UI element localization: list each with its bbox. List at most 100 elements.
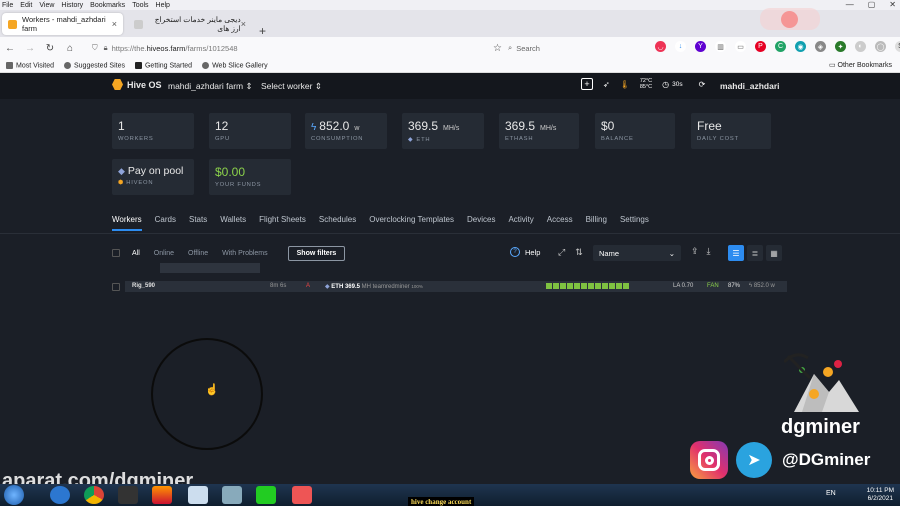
import-export: ⇪ ⤓ bbox=[691, 246, 711, 257]
gear-icon bbox=[6, 61, 13, 69]
maximize-icon[interactable]: ▢ bbox=[868, 0, 876, 9]
menu-bookmarks[interactable]: Bookmarks bbox=[90, 2, 125, 9]
extension-green-icon[interactable]: C bbox=[775, 41, 786, 52]
menu-file[interactable]: File bbox=[2, 2, 13, 9]
filter-online[interactable]: Online bbox=[154, 250, 174, 257]
expand-icon[interactable]: ⤢ bbox=[558, 247, 565, 258]
menu-view[interactable]: View bbox=[39, 2, 54, 9]
question-icon: ? bbox=[510, 247, 520, 257]
app-icon[interactable] bbox=[222, 486, 242, 504]
url-host: hiveos.farm bbox=[146, 43, 186, 53]
refresh-interval[interactable]: 30s bbox=[672, 81, 682, 88]
refresh-icon[interactable]: ⟳ bbox=[699, 80, 706, 89]
filter-all[interactable]: All bbox=[132, 250, 140, 257]
upload-icon[interactable]: ⇪ bbox=[691, 246, 699, 257]
bookmark-getting-started[interactable]: Getting Started bbox=[134, 61, 192, 69]
tab-schedules[interactable]: Schedules bbox=[319, 215, 356, 231]
tab-devices[interactable]: Devices bbox=[467, 215, 495, 231]
timer-icon[interactable]: ◷ bbox=[662, 80, 669, 89]
yahoo-icon[interactable]: Y bbox=[695, 41, 706, 52]
worker-checkbox[interactable] bbox=[112, 283, 120, 291]
sort-order-icon[interactable]: ⇅ bbox=[575, 247, 583, 258]
tab-dgminer[interactable]: دیجی ماینر خدمات استخراج ارز های × bbox=[128, 13, 252, 35]
tab-stats[interactable]: Stats bbox=[189, 215, 207, 231]
language-indicator[interactable]: EN bbox=[826, 490, 836, 497]
worker-row[interactable]: Rig_590 8m 6s A ◆ ETH 369.5 MH teamredmi… bbox=[125, 281, 787, 292]
camtasia-orange-icon[interactable] bbox=[292, 486, 312, 504]
ie-icon[interactable] bbox=[50, 486, 70, 504]
sync-icon[interactable]: ◐ bbox=[855, 41, 866, 52]
show-filters-button[interactable]: Show filters bbox=[287, 245, 346, 261]
url-bar[interactable]: ⛉ 🔒︎ https://the. hiveos.farm/farms/10125… bbox=[92, 39, 502, 57]
menu-tools[interactable]: Tools bbox=[132, 2, 148, 9]
tab-wallets[interactable]: Wallets bbox=[220, 215, 246, 231]
chrome-icon[interactable] bbox=[84, 486, 104, 504]
hive-logo[interactable]: Hive OS bbox=[112, 79, 162, 90]
back-icon[interactable]: ← bbox=[0, 43, 20, 54]
bookmark-web-slice[interactable]: Web Slice Gallery bbox=[202, 61, 268, 69]
tab-flight-sheets[interactable]: Flight Sheets bbox=[259, 215, 306, 231]
explorer-icon[interactable] bbox=[118, 486, 138, 504]
file-icon[interactable] bbox=[188, 486, 208, 504]
firefox-icon[interactable] bbox=[152, 486, 172, 504]
tab-workers[interactable]: Workers bbox=[112, 215, 142, 231]
clock[interactable]: 10:11 PM 6/2/2021 bbox=[867, 487, 894, 503]
start-button-icon[interactable] bbox=[4, 485, 24, 505]
sort-select[interactable]: Name ⌄ bbox=[593, 245, 681, 261]
worker-name[interactable]: Rig_590 bbox=[132, 283, 155, 289]
bookmark-suggested-sites[interactable]: Suggested Sites bbox=[64, 61, 125, 69]
tab-workers[interactable]: Workers - mahdi_azhdari farm × bbox=[2, 13, 123, 35]
download-icon[interactable]: ⤓ bbox=[707, 246, 711, 257]
tab-overclocking-templates[interactable]: Overclocking Templates bbox=[369, 215, 454, 231]
tab-activity[interactable]: Activity bbox=[508, 215, 533, 231]
bookmark-star-icon[interactable]: ☆ bbox=[493, 43, 502, 54]
library-icon[interactable]: ▥ bbox=[715, 41, 726, 52]
reader-icon[interactable]: ▭ bbox=[735, 41, 746, 52]
grid-view-icon[interactable]: ▦ bbox=[766, 245, 782, 261]
close-tab-icon[interactable]: × bbox=[241, 19, 246, 29]
minimize-icon[interactable]: — bbox=[846, 0, 854, 9]
help-button[interactable]: ? Help bbox=[510, 247, 540, 257]
extension-gray-icon[interactable]: ◈ bbox=[815, 41, 826, 52]
filter-offline[interactable]: Offline bbox=[188, 250, 208, 257]
select-all-checkbox[interactable] bbox=[112, 249, 120, 257]
pocket-icon[interactable]: ◡ bbox=[655, 41, 666, 52]
rocket-icon[interactable]: ➶ bbox=[603, 80, 610, 89]
stat-value: $0 bbox=[601, 119, 615, 133]
stat-hiveon[interactable]: ◆ Pay on pool ⬢ HIVEON bbox=[112, 159, 194, 195]
gpu-status-square bbox=[609, 283, 615, 289]
account-icon[interactable]: ◯ bbox=[875, 41, 886, 52]
menu-help[interactable]: Help bbox=[156, 2, 170, 9]
close-window-icon[interactable]: ✕ bbox=[889, 0, 896, 9]
add-icon[interactable]: + bbox=[581, 78, 593, 90]
tab-access[interactable]: Access bbox=[547, 215, 573, 231]
shield-icon: ⛉ bbox=[92, 43, 98, 52]
extension-s-icon[interactable]: S bbox=[895, 41, 900, 52]
caption-badge: hive change account bbox=[408, 497, 475, 506]
forward-icon[interactable]: → bbox=[20, 43, 40, 54]
new-tab-icon[interactable]: + bbox=[259, 24, 266, 38]
farm-selector[interactable]: mahdi_azhdari farm ⇕ bbox=[168, 81, 253, 92]
other-bookmarks[interactable]: ▭ Other Bookmarks bbox=[829, 61, 892, 69]
download-icon[interactable]: ↓ bbox=[675, 41, 686, 52]
search-input[interactable]: ⌕ Search bbox=[508, 39, 648, 57]
extension-teal-icon[interactable]: ◉ bbox=[795, 41, 806, 52]
tab-settings[interactable]: Settings bbox=[620, 215, 649, 231]
camtasia-green-icon[interactable] bbox=[256, 486, 276, 504]
home-icon[interactable]: ⌂ bbox=[60, 43, 80, 54]
close-tab-icon[interactable]: × bbox=[112, 19, 117, 29]
filter-with-problems[interactable]: With Problems bbox=[222, 250, 268, 257]
reload-icon[interactable]: ↻ bbox=[40, 43, 60, 54]
compact-view-icon[interactable]: ≣ bbox=[747, 245, 763, 261]
menu-history[interactable]: History bbox=[61, 2, 83, 9]
worker-selector[interactable]: Select worker ⇕ bbox=[261, 81, 322, 92]
extension-puzzle-icon[interactable]: ✦ bbox=[835, 41, 846, 52]
tab-cards[interactable]: Cards bbox=[155, 215, 176, 231]
user-menu[interactable]: mahdi_azhdari bbox=[720, 81, 780, 91]
pinterest-icon[interactable]: P bbox=[755, 41, 766, 52]
list-view-icon[interactable]: ☰ bbox=[728, 245, 744, 261]
menu-edit[interactable]: Edit bbox=[20, 2, 32, 9]
bookmarks-bar: Most Visited Suggested Sites Getting Sta… bbox=[0, 59, 900, 73]
tab-billing[interactable]: Billing bbox=[586, 215, 607, 231]
bookmark-most-visited[interactable]: Most Visited bbox=[6, 61, 54, 69]
